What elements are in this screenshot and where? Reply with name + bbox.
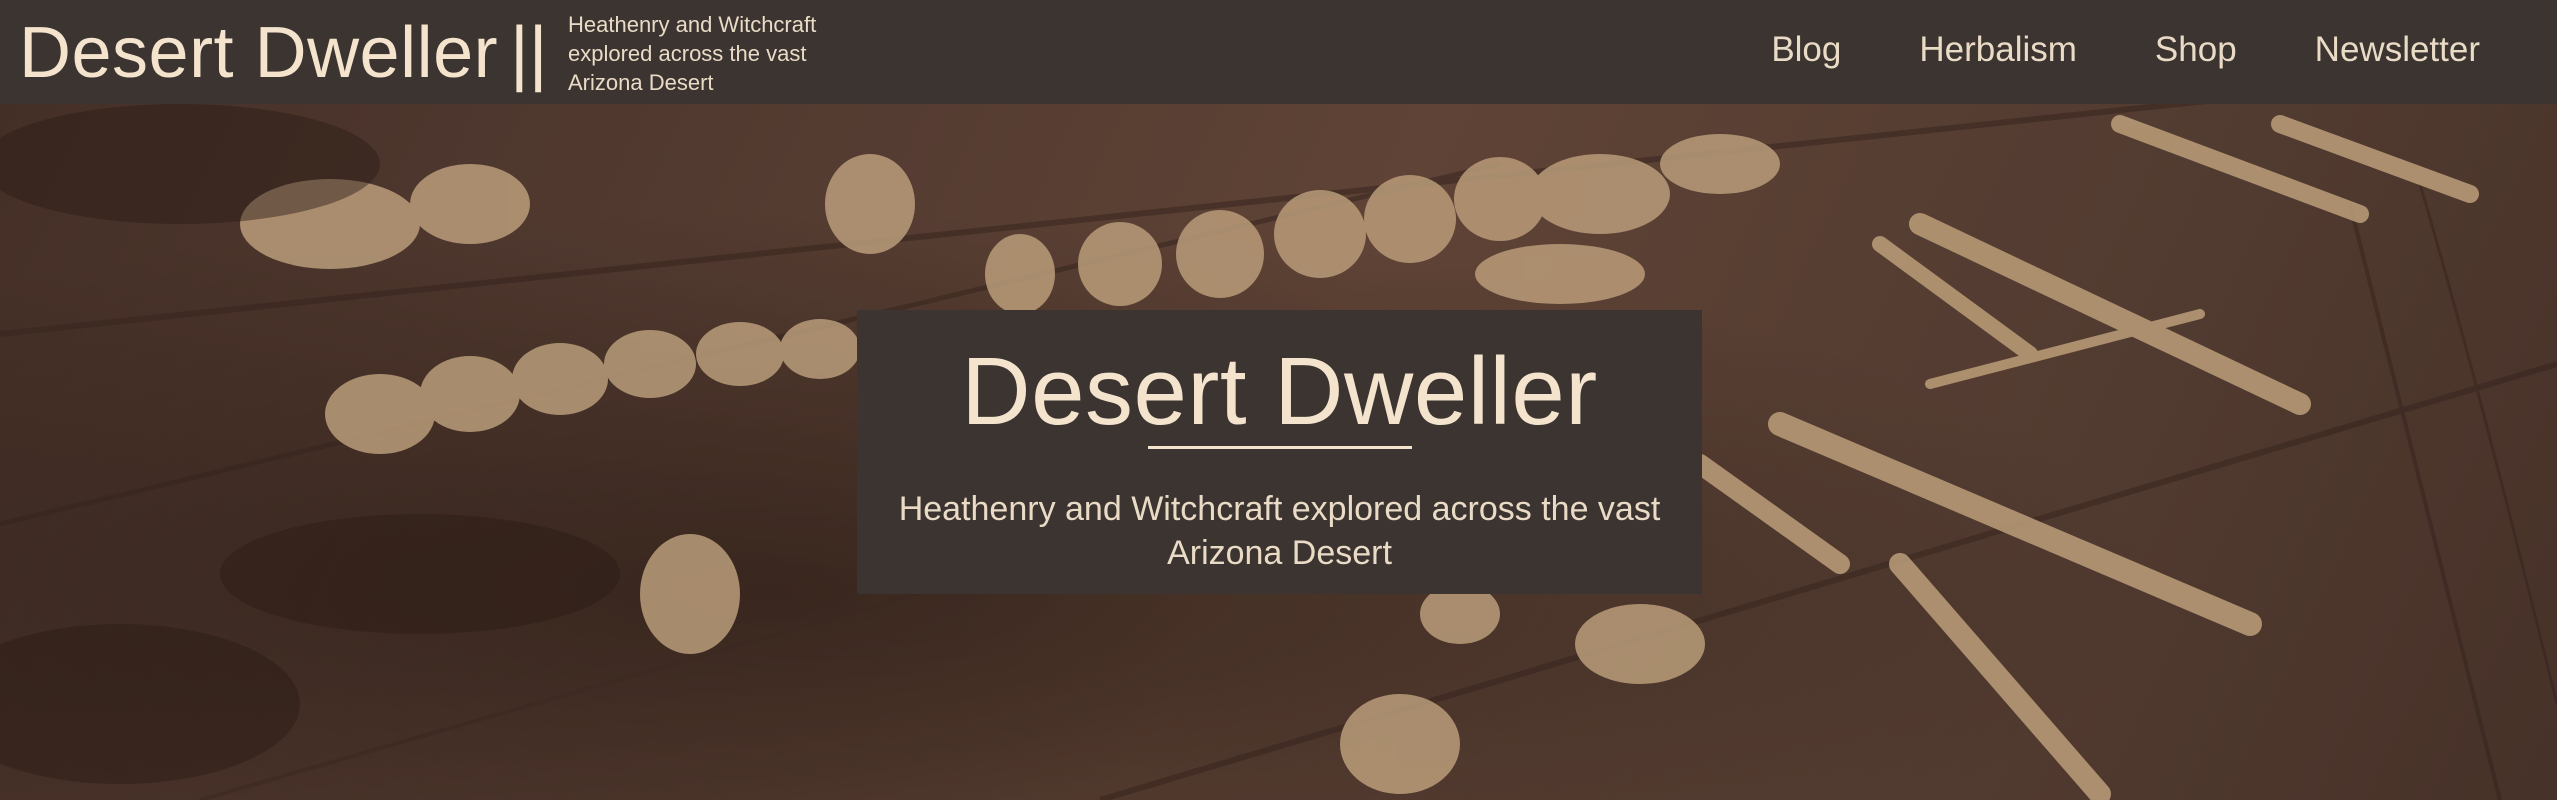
hero-card: Desert Dweller Heathenry and Witchcraft … <box>857 310 1702 594</box>
site-header: Desert Dweller || Heathenry and Witchcra… <box>0 0 2557 104</box>
nav-link-blog[interactable]: Blog <box>1771 30 1841 70</box>
site-tagline: Heathenry and Witchcraft explored across… <box>568 12 817 95</box>
nav-link-shop[interactable]: Shop <box>2155 30 2237 70</box>
hero-title: Desert Dweller <box>961 338 1598 445</box>
main-nav: Blog Herbalism Shop Newsletter <box>1693 0 2557 100</box>
hero-title-underline <box>1147 446 1412 449</box>
nav-link-herbalism[interactable]: Herbalism <box>1919 30 2077 70</box>
title-divider: || <box>510 13 548 93</box>
hero-section: Desert Dweller Heathenry and Witchcraft … <box>0 104 2557 800</box>
nav-link-newsletter[interactable]: Newsletter <box>2315 30 2480 70</box>
hero-subtitle: Heathenry and Witchcraft explored across… <box>898 490 1661 572</box>
page: Desert Dweller || Heathenry and Witchcra… <box>0 0 2557 800</box>
site-title-link[interactable]: Desert Dweller <box>19 8 498 98</box>
